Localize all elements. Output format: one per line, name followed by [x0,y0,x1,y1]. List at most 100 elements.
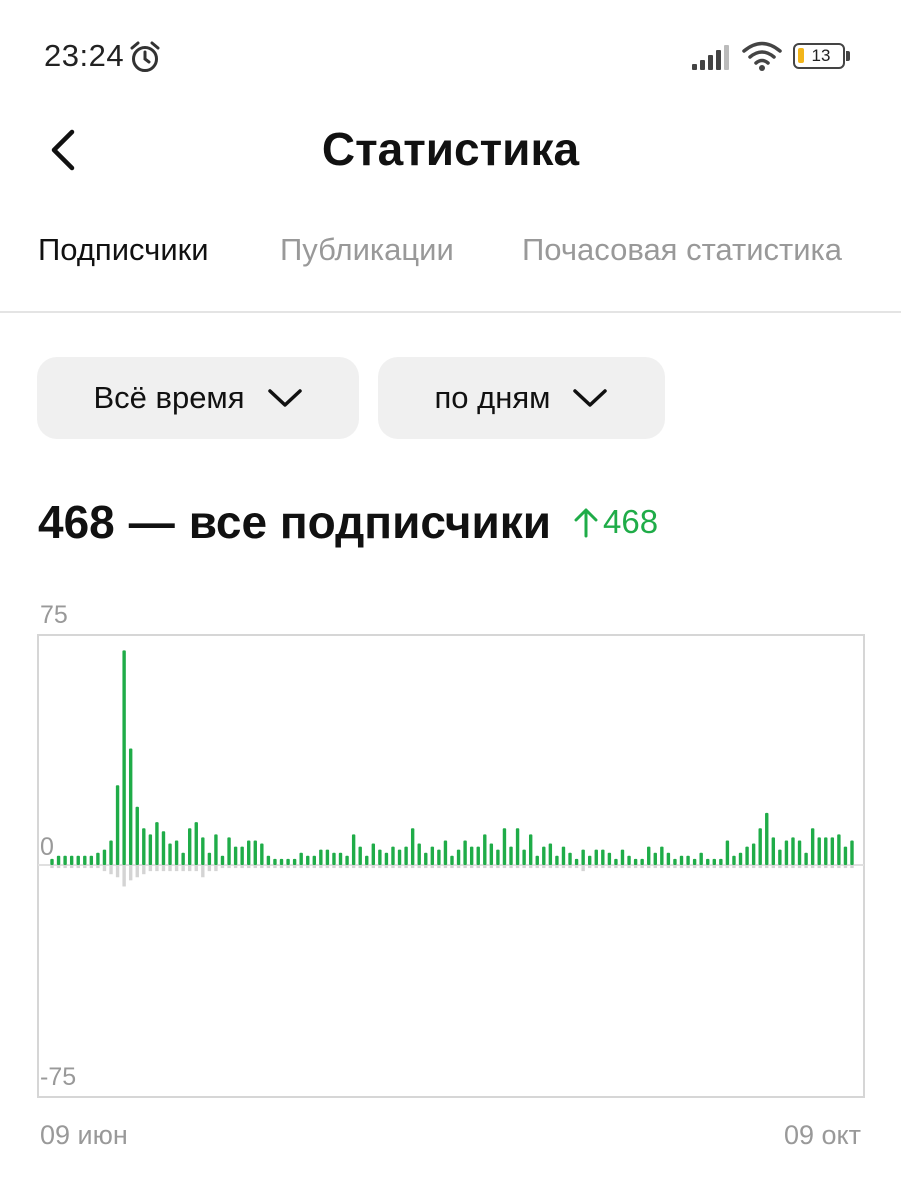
bar-negative [476,865,480,869]
bar-negative [706,865,710,869]
bar-positive [588,855,592,865]
bar-positive [161,831,166,865]
bar-negative [581,865,585,872]
bar-positive [824,837,828,865]
bar-negative [437,865,441,869]
bar-positive [247,840,251,865]
bar-positive [306,855,310,865]
bar-positive [142,828,146,865]
bar-negative [397,865,402,869]
bar-positive [725,840,730,865]
header: Статистика [0,110,901,190]
bar-positive [214,834,218,865]
bar-positive [797,840,802,865]
bar-positive [758,828,762,865]
bar-negative [712,865,716,869]
bar-negative [417,865,421,869]
bar-negative [686,865,690,869]
bar-positive [837,834,841,865]
tab-hourly-stats[interactable]: Почасовая статистика [522,232,842,268]
tab-subscribers[interactable]: Подписчики [38,232,209,268]
period-dropdown[interactable]: Всё время [37,357,359,439]
bar-positive [548,843,553,865]
battery-level: 13 [811,46,831,65]
subscribers-delta-value: 468 [603,503,659,540]
bar-positive [712,858,716,865]
bar-positive [351,834,356,865]
bar-negative [122,865,126,887]
y-tick-zero: 0 [40,833,54,861]
bar-positive [155,822,159,865]
grouping-dropdown[interactable]: по дням [378,357,665,439]
tab-divider [0,311,901,313]
bar-positive [607,852,612,865]
bar-negative [312,865,316,869]
bar-positive [174,840,179,865]
bar-positive [148,834,153,865]
bar-positive [640,858,644,865]
positive-bars [50,650,854,865]
bar-positive [417,843,421,865]
bar-negative [161,865,166,872]
bar-negative [522,865,526,869]
bar-negative [365,865,369,869]
bar-negative [837,865,841,869]
bar-positive [673,858,677,865]
bar-positive [345,855,349,865]
bar-negative [443,865,448,869]
bar-positive [397,849,402,865]
bar-negative [292,865,297,869]
bar-negative [588,865,592,869]
bar-positive [384,852,389,865]
bar-negative [351,865,356,869]
bar-negative [391,865,395,869]
arrow-up-icon [574,508,598,538]
bar-negative [306,865,310,869]
tab-bar: Подписчики Публикации Почасовая статисти… [0,222,901,282]
bar-positive [522,849,526,865]
alarm-icon [130,41,160,72]
bar-positive [109,840,113,865]
status-time: 23:24 [44,38,125,73]
bar-negative [797,865,802,869]
bar-negative [404,865,408,869]
subscribers-summary: 468 — все подписчики 468 [38,495,658,555]
bar-positive [227,837,231,865]
bar-positive [778,849,782,865]
bar-positive [568,852,572,865]
bar-negative [758,865,762,869]
bar-positive [515,828,520,865]
bar-positive [181,852,185,865]
bar-positive [817,837,821,865]
tab-publications[interactable]: Публикации [280,232,454,268]
y-tick-top: 75 [40,601,68,629]
bar-positive [509,846,513,865]
bar-positive [220,855,225,865]
bar-positive [286,858,290,865]
page-title: Статистика [321,123,580,175]
bar-positive [476,846,480,865]
bar-positive [751,843,756,865]
bar-positive [699,852,703,865]
wifi-icon [742,41,782,71]
bar-positive [207,852,212,865]
bar-negative [850,865,854,869]
bar-positive [706,858,710,865]
bar-positive [430,846,435,865]
bar-positive [332,852,336,865]
bar-positive [410,828,415,865]
x-start-label: 09 июн [40,1120,128,1150]
battery-body: 13 [793,43,845,69]
bar-negative [56,865,61,869]
bar-negative [345,865,349,869]
bar-positive [850,840,854,865]
bar-positive [535,855,539,865]
bar-positive [653,852,657,865]
bar-positive [319,849,323,865]
bar-positive [437,849,441,865]
bar-negative [791,865,795,869]
period-dropdown-label: Всё время [93,380,245,415]
bar-positive [830,837,835,865]
bar-positive [483,834,487,865]
signal-icon [692,45,729,70]
